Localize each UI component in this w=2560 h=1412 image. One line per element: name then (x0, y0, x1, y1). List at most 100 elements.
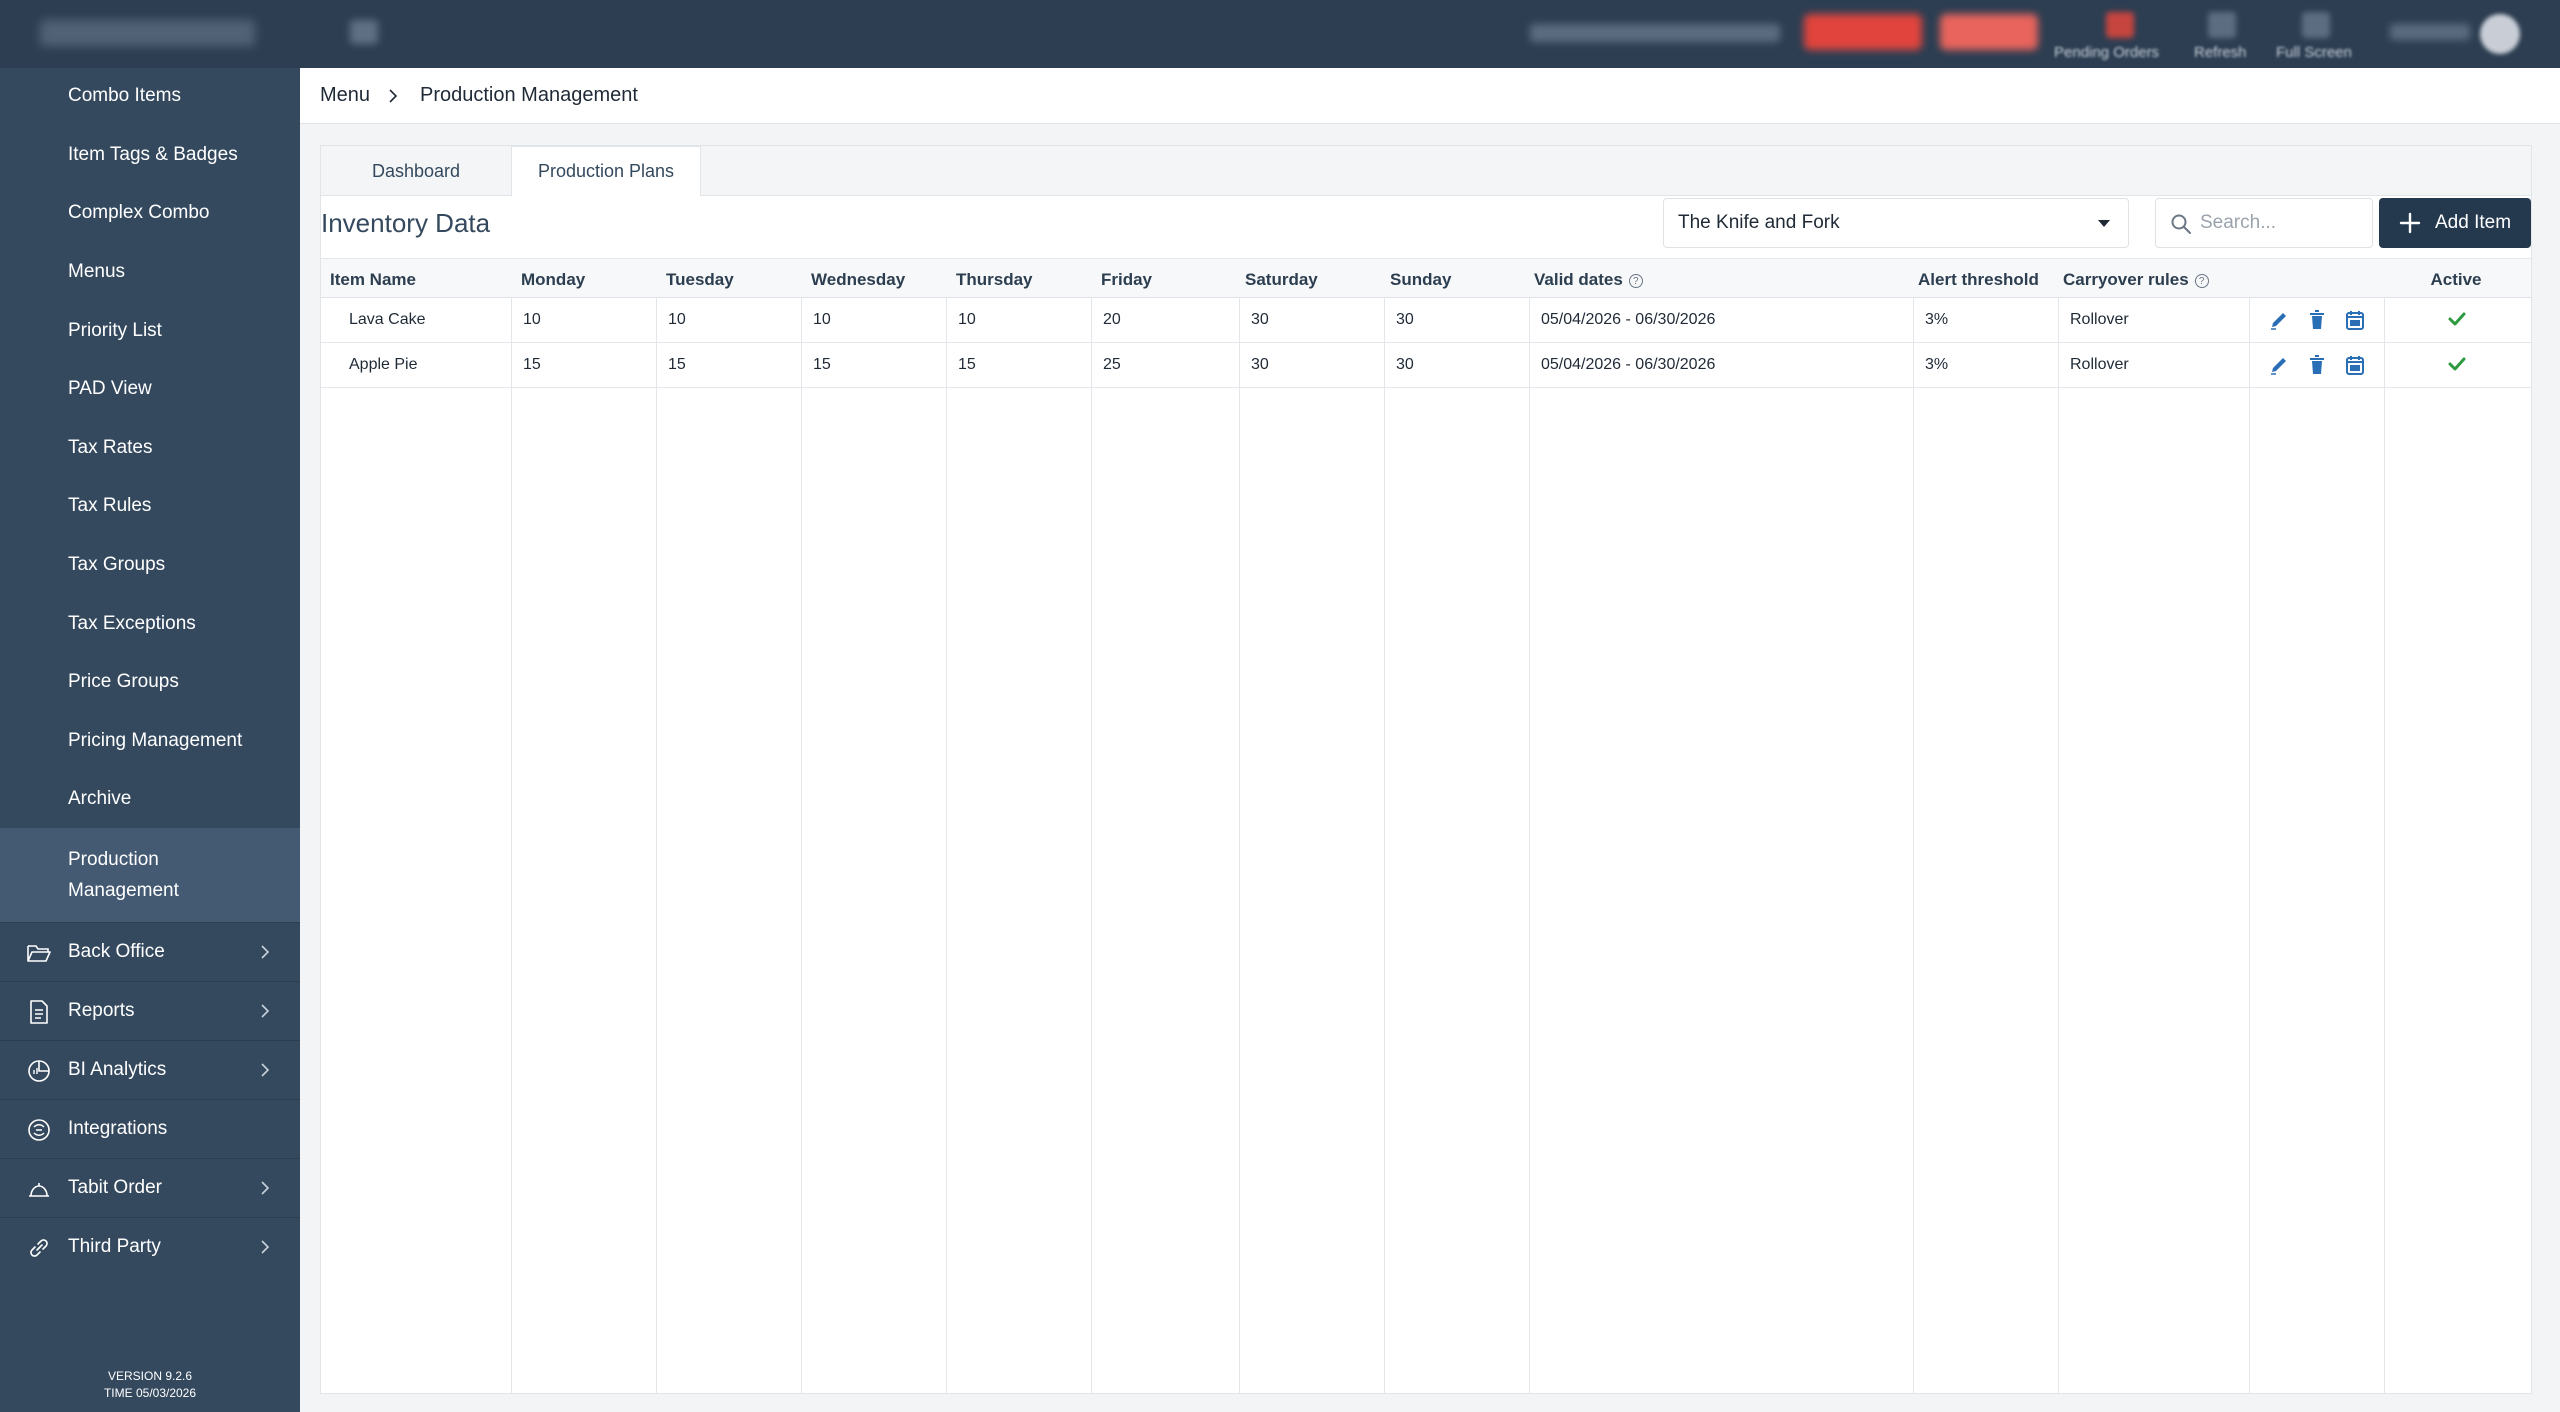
folder-open-icon (27, 945, 51, 962)
section-title: Inventory Data (321, 208, 491, 238)
sidebar-item-pad-view[interactable]: PAD View (0, 373, 300, 404)
sidebar-group-bi-analytics[interactable]: BI Analytics (0, 1040, 300, 1099)
column-divider (1384, 258, 1385, 1394)
help-icon[interactable]: ? (1628, 274, 1643, 288)
cell-valid-dates: 05/04/2026 - 06/30/2026 (1541, 311, 1716, 328)
alert-button-secondary[interactable] (1940, 14, 2038, 50)
sidebar-group-reports[interactable]: Reports (0, 981, 300, 1040)
sidebar-group-back-office[interactable]: Back Office (0, 922, 300, 981)
col-header-friday[interactable]: Friday (1101, 270, 1152, 290)
pending-orders-icon[interactable] (2106, 12, 2134, 38)
location-switcher[interactable] (1530, 24, 1780, 42)
sidebar-item-tax-rates[interactable]: Tax Rates (0, 432, 300, 463)
tab-dashboard[interactable]: Dashboard (321, 146, 511, 197)
sidebar-item-pricing-management[interactable]: Pricing Management (0, 725, 300, 756)
search-input[interactable] (2200, 209, 2360, 237)
location-select[interactable]: The Knife and Fork (1663, 198, 2129, 248)
sidebar-item-tax-rules[interactable]: Tax Rules (0, 490, 300, 521)
sidebar-group-tabit-order[interactable]: Tabit Order (0, 1158, 300, 1217)
sidebar-group-label: Third Party (68, 1236, 161, 1257)
col-header-wednesday[interactable]: Wednesday (811, 270, 905, 290)
column-divider (2384, 258, 2385, 1394)
calendar-icon[interactable] (2345, 354, 2365, 376)
chevron-right-icon (261, 1181, 270, 1195)
sidebar-item-tax-groups[interactable]: Tax Groups (0, 549, 300, 580)
sidebar-item-tax-exceptions[interactable]: Tax Exceptions (0, 608, 300, 639)
sidebar-group-integrations[interactable]: Integrations (0, 1099, 300, 1158)
trash-icon[interactable] (2307, 354, 2327, 376)
sidebar-group-label: Integrations (68, 1118, 168, 1139)
trash-icon[interactable] (2307, 309, 2327, 331)
help-icon[interactable]: ? (2194, 274, 2209, 288)
col-header-alert-threshold[interactable]: Alert threshold (1918, 270, 2050, 290)
column-divider (1913, 258, 1914, 1394)
full-screen-icon[interactable] (2302, 12, 2330, 38)
col-header-monday[interactable]: Monday (521, 270, 585, 290)
add-item-button[interactable]: Add Item (2379, 198, 2531, 248)
sidebar-item-production-management[interactable]: Production Management (0, 828, 300, 922)
col-header-carryover-rules-label: Carryover rules (2063, 270, 2189, 289)
sidebar-item-menus[interactable]: Menus (0, 256, 300, 287)
col-header-active[interactable]: Active (2381, 270, 2531, 290)
sidebar-item-combo-items[interactable]: Combo Items (0, 80, 300, 111)
brand-logo[interactable] (40, 20, 255, 46)
sidebar-item-complex-combo[interactable]: Complex Combo (0, 197, 300, 228)
col-header-thursday[interactable]: Thursday (956, 270, 1033, 290)
search-icon (2171, 214, 2191, 234)
user-name[interactable] (2390, 24, 2470, 40)
sidebar-item-label: Tax Groups (68, 554, 166, 575)
column-divider (656, 258, 657, 1394)
edit-icon[interactable] (2269, 354, 2289, 376)
tab-production-plans[interactable]: Production Plans (511, 146, 701, 197)
breadcrumb: Menu Production Management (300, 68, 2560, 124)
sidebar-item-label: Tax Exceptions (68, 613, 196, 634)
cell-saturday: 30 (1251, 356, 1269, 373)
tab-bar: Dashboard Production Plans (321, 146, 2531, 197)
sidebar-item-label: Menus (68, 261, 126, 282)
avatar[interactable] (2480, 14, 2520, 54)
sidebar: Combo Items Item Tags & Badges Complex C… (0, 68, 300, 1412)
col-header-tuesday[interactable]: Tuesday (666, 270, 734, 290)
sidebar-item-label: Price Groups (68, 671, 179, 692)
sidebar-group-label: BI Analytics (68, 1059, 167, 1080)
alert-button[interactable] (1804, 14, 1922, 50)
add-item-label: Add Item (2435, 212, 2512, 233)
chevron-right-icon (389, 89, 398, 103)
chevron-right-icon (261, 945, 270, 959)
sidebar-item-label: Tax Rules (68, 495, 152, 516)
chevron-right-icon (261, 1063, 270, 1077)
sidebar-item-label: PAD View (68, 378, 152, 399)
search-box[interactable] (2155, 198, 2373, 248)
calendar-icon[interactable] (2345, 309, 2365, 331)
sidebar-item-item-tags-badges[interactable]: Item Tags & Badges (0, 139, 300, 170)
sidebar-item-label: Combo Items (68, 85, 181, 106)
breadcrumb-root[interactable]: Menu (320, 84, 370, 107)
cell-thursday: 10 (958, 311, 976, 328)
cell-wednesday: 10 (813, 311, 831, 328)
sidebar-item-label: Archive (68, 788, 132, 809)
table-row[interactable]: Apple Pie 15 15 15 15 25 30 30 05/04/202… (321, 343, 2531, 388)
col-header-valid-dates[interactable]: Valid dates? (1534, 270, 1643, 290)
col-header-item-name[interactable]: Item Name (330, 270, 416, 290)
sidebar-item-price-groups[interactable]: Price Groups (0, 666, 300, 697)
cell-item-name: Lava Cake (349, 311, 426, 328)
document-icon (30, 1000, 48, 1024)
hamburger-menu-icon[interactable] (350, 20, 378, 44)
sidebar-item-label: Production Management (68, 849, 179, 901)
chevron-right-icon (261, 1240, 270, 1254)
table-row[interactable]: Lava Cake 10 10 10 10 20 30 30 05/04/202… (321, 298, 2531, 343)
sidebar-group-third-party[interactable]: Third Party (0, 1217, 300, 1276)
edit-icon[interactable] (2269, 309, 2289, 331)
sidebar-item-priority-list[interactable]: Priority List (0, 315, 300, 346)
col-header-sunday[interactable]: Sunday (1390, 270, 1451, 290)
sidebar-item-archive[interactable]: Archive (0, 783, 300, 814)
sidebar-item-label: Priority List (68, 320, 162, 341)
table-header: Item Name Monday Tuesday Wednesday Thurs… (321, 258, 2531, 298)
col-header-carryover-rules[interactable]: Carryover rules? (2063, 270, 2209, 290)
cell-tuesday: 10 (668, 311, 686, 328)
col-header-saturday[interactable]: Saturday (1245, 270, 1318, 290)
col-header-valid-dates-label: Valid dates (1534, 270, 1623, 289)
breadcrumb-current: Production Management (420, 84, 638, 106)
refresh-icon[interactable] (2208, 12, 2236, 38)
cell-alert-threshold: 3% (1925, 311, 1949, 328)
